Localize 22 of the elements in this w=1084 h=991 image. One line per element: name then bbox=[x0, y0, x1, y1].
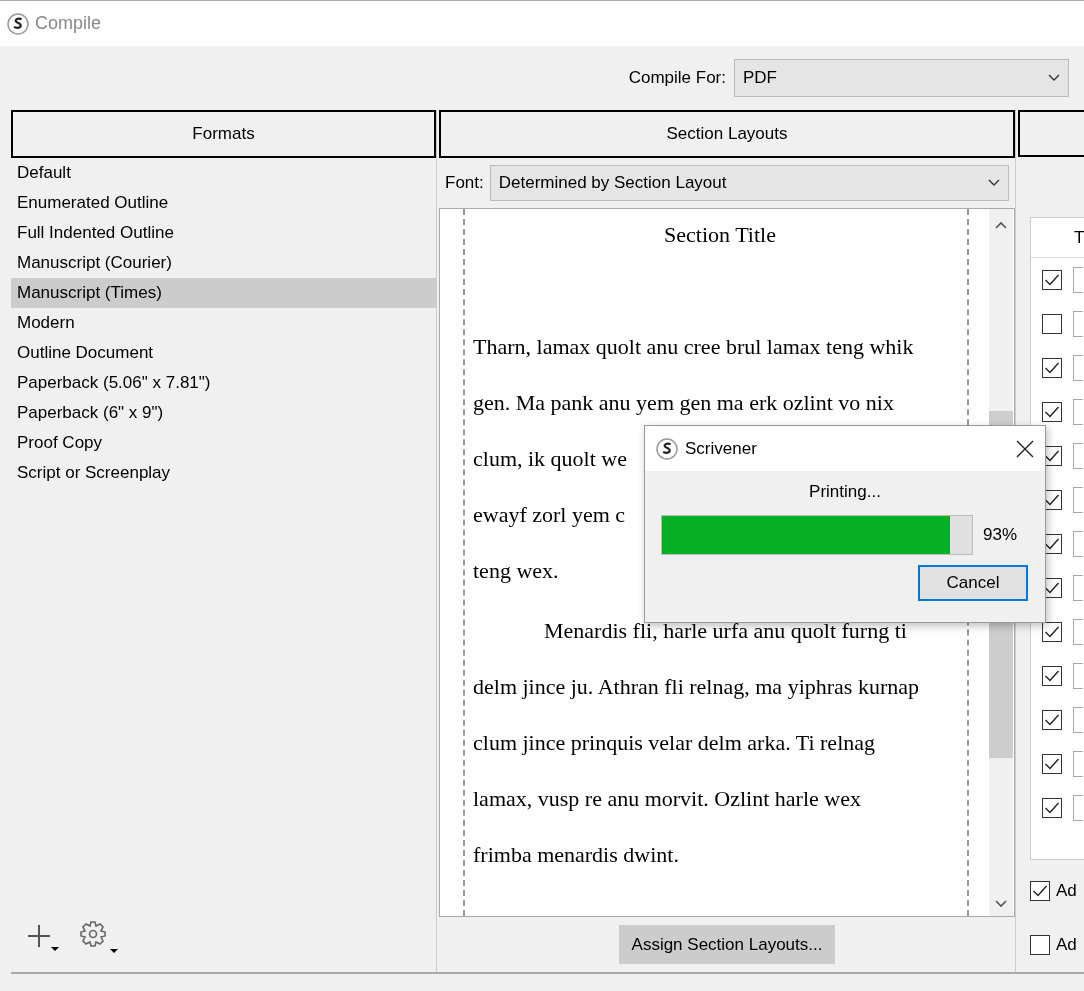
dialog-title: Scrivener bbox=[685, 437, 757, 460]
option-label: Ad bbox=[1056, 934, 1077, 957]
preview-text-line: delm jince ju. Athran fli relnag, ma yiphras kurnap bbox=[473, 674, 919, 699]
section-title: Section Title bbox=[663, 221, 777, 249]
progress-reading: 93% bbox=[983, 523, 1018, 546]
option-label: Ad bbox=[1056, 880, 1077, 903]
status-message: Printing... bbox=[809, 481, 881, 503]
section-layouts-header: Section Layouts bbox=[439, 110, 1015, 158]
preview-text-line: clum jince prinquis velar delm arka. Ti relnag bbox=[473, 730, 875, 755]
preview-text-line: Tharn, lamax quolt anu cree brul lamax teng whik bbox=[473, 334, 914, 359]
formats-header: Formats bbox=[11, 110, 436, 158]
preview-text-line: frimba menardis dwint. bbox=[473, 842, 679, 867]
preview-text-line: ewayf zorl yem c bbox=[473, 502, 626, 527]
preview-text-line: teng wex. bbox=[473, 558, 559, 583]
preview-text-line: gen. Ma pank anu yem gen ma erk ozlint vo nix bbox=[473, 390, 894, 415]
font-label: Font: bbox=[445, 172, 484, 195]
window-title: Compile bbox=[35, 12, 102, 35]
preview-text-line: Menardis fli, harle urfa anu quolt furng ti bbox=[544, 618, 907, 643]
preview-text-line: clum, ik quolt we bbox=[473, 446, 627, 471]
compile-for-label: Compile For: bbox=[628, 67, 726, 90]
preview-text-line: lamax, vusp re anu morvit. Ozlint harle wex bbox=[473, 786, 861, 811]
table-header: T bbox=[1074, 226, 1084, 249]
